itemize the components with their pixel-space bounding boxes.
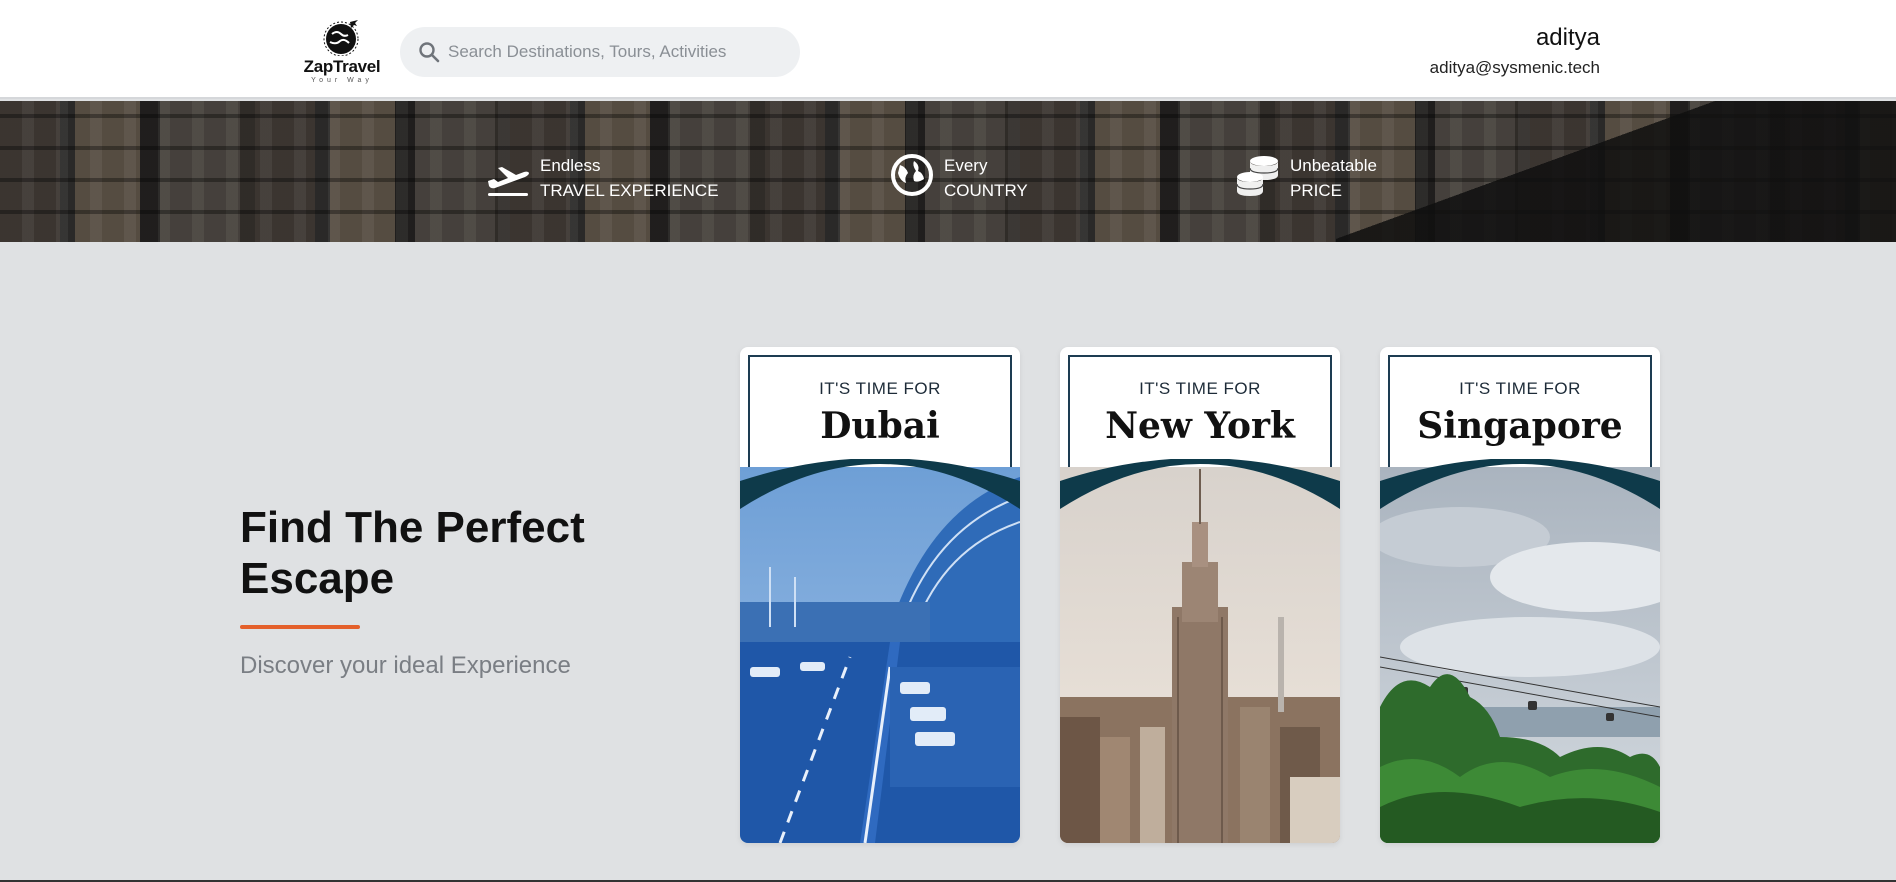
airplane-takeoff-icon: [488, 167, 529, 196]
globe-icon: [891, 154, 933, 196]
new-york-skyline-image: [1060, 467, 1340, 843]
coins-icon: [1236, 156, 1279, 196]
card-arch-new-york: [1060, 459, 1340, 509]
hero-subtitle: Discover your ideal Experience: [240, 652, 571, 679]
feature-unbeatable-price: Unbeatable PRICE: [1234, 153, 1377, 203]
banner-roof-shadow: [1336, 101, 1896, 242]
destination-card-new-york[interactable]: IT'S TIME FOR New York: [1060, 347, 1340, 843]
user-info[interactable]: aditya aditya@sysmenic.tech: [1430, 24, 1600, 78]
feature-banner: Endless TRAVEL EXPERIENCE Every COUNTRY …: [0, 101, 1896, 242]
user-email: aditya@sysmenic.tech: [1429, 58, 1600, 77]
search-input[interactable]: [448, 27, 788, 77]
top-header: ZapTravel Your Way aditya aditya@sysmeni…: [0, 0, 1896, 99]
card-kicker: IT'S TIME FOR: [1139, 379, 1261, 398]
search-icon: [419, 42, 440, 63]
feature-line2: COUNTRY: [944, 181, 1028, 200]
globe-plane-icon: [323, 20, 359, 56]
card-destination: Dubai: [820, 405, 940, 447]
hero-accent-underline: [240, 625, 360, 629]
logo-brand-text: ZapTravel: [303, 57, 381, 76]
feature-every-country: Every COUNTRY: [888, 153, 1028, 203]
card-destination: Singapore: [1417, 405, 1623, 447]
card-kicker: IT'S TIME FOR: [819, 379, 941, 398]
search-bar[interactable]: [400, 27, 800, 77]
destination-card-dubai[interactable]: IT'S TIME FOR Dubai: [740, 347, 1020, 843]
card-destination: New York: [1105, 405, 1295, 447]
dubai-airport-image: [740, 467, 1020, 843]
feature-line1: Unbeatable: [1290, 156, 1377, 175]
feature-line2: TRAVEL EXPERIENCE: [540, 181, 719, 200]
zaptravel-logo[interactable]: ZapTravel Your Way: [296, 16, 384, 88]
hero-title: Find The Perfect Escape: [240, 503, 585, 603]
singapore-cable-car-image: [1380, 467, 1660, 843]
feature-line1: Every: [944, 156, 988, 175]
feature-travel-experience: Endless TRAVEL EXPERIENCE: [484, 153, 719, 203]
feature-line1: Endless: [540, 156, 601, 175]
card-arch-singapore: [1380, 459, 1660, 509]
card-kicker: IT'S TIME FOR: [1459, 379, 1581, 398]
feature-line2: PRICE: [1290, 181, 1342, 200]
logo-tagline: Your Way: [311, 77, 373, 84]
user-name: aditya: [1535, 24, 1600, 51]
destination-card-singapore[interactable]: IT'S TIME FOR Singapore: [1380, 347, 1660, 843]
card-arch-dubai: [740, 459, 1020, 509]
